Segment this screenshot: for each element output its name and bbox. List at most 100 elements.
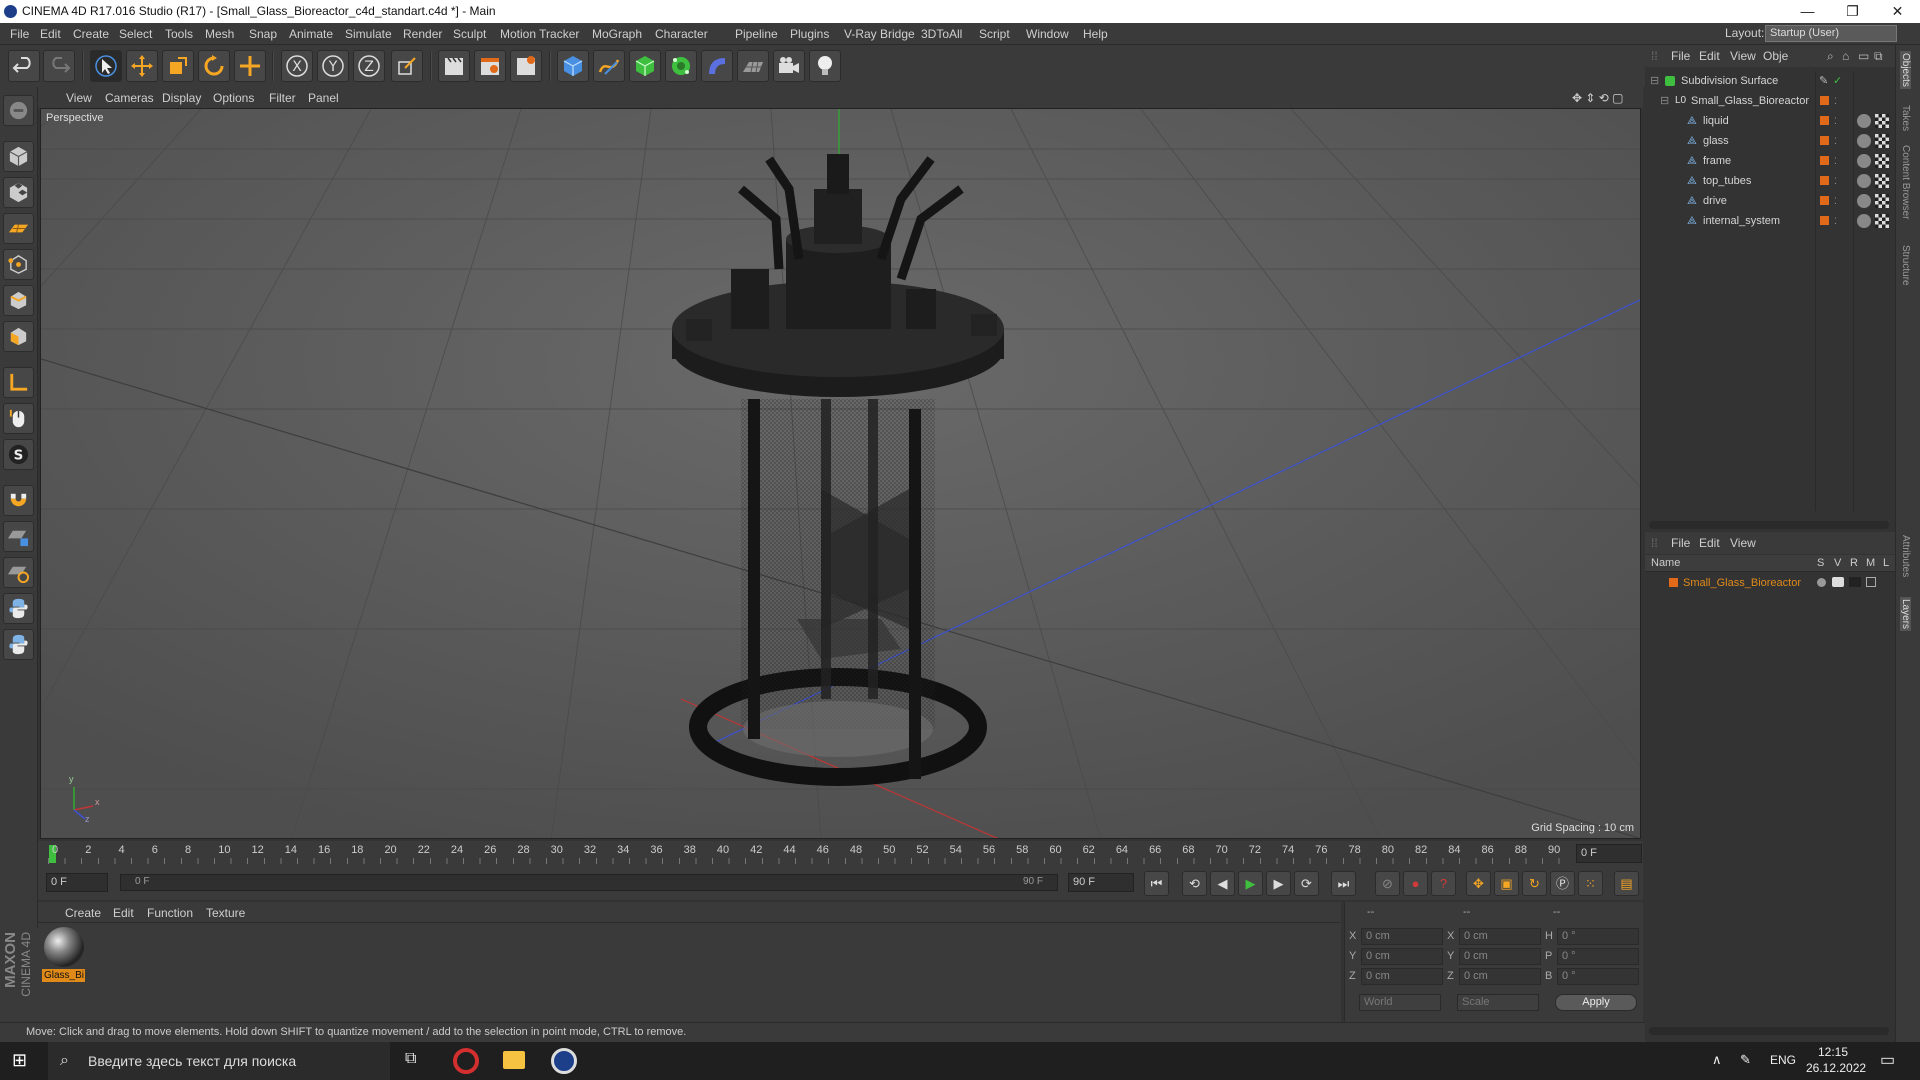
menu-character[interactable]: Character xyxy=(655,23,708,45)
prev-key-button[interactable]: ⟲ xyxy=(1182,871,1207,896)
phong-tag-icon[interactable] xyxy=(1857,214,1871,228)
key-position-button[interactable]: ✥ xyxy=(1466,871,1491,896)
object-row-subdivision-surface[interactable]: ⊟ Subdivision Surface ✎ ✓ xyxy=(1645,71,1895,91)
viewport-menu-display[interactable]: Display xyxy=(162,87,201,109)
object-menu-file[interactable]: File xyxy=(1671,45,1690,67)
coord-space-select[interactable]: World xyxy=(1359,994,1441,1011)
object-menu-edit[interactable]: Edit xyxy=(1699,45,1720,67)
visibility-dots-icon[interactable]: ⁚ xyxy=(1834,111,1837,131)
material-menu-texture[interactable]: Texture xyxy=(206,902,245,924)
tweak-mode-button[interactable] xyxy=(3,403,34,434)
menu-mograph[interactable]: MoGraph xyxy=(592,23,642,45)
timeline-ruler[interactable]: 0 2 4 6 8 10 12 14 16 18 20 22 24 26 28 30 32 34 36 38 40 42 4… xyxy=(38,841,1643,866)
layer-menu-view[interactable]: View xyxy=(1730,532,1756,554)
menu-create[interactable]: Create xyxy=(73,23,109,45)
visibility-dots-icon[interactable]: ⁚ xyxy=(1834,151,1837,171)
layer-color-swatch[interactable] xyxy=(1820,116,1829,125)
edit-toggle-icon[interactable]: ✎ xyxy=(1819,71,1828,91)
viewport-menu-view[interactable]: View xyxy=(66,87,92,109)
layer-color-swatch[interactable] xyxy=(1820,156,1829,165)
add-light-button[interactable] xyxy=(809,50,841,82)
collapse-icon[interactable]: ⊟ xyxy=(1660,91,1669,111)
menu-plugins[interactable]: Plugins xyxy=(790,23,829,45)
visibility-dots-icon[interactable]: ⁚ xyxy=(1834,91,1837,111)
edges-mode-button[interactable] xyxy=(3,285,34,316)
layer-col-solo[interactable]: S xyxy=(1817,555,1824,572)
menu-simulate[interactable]: Simulate xyxy=(345,23,392,45)
render-settings-button[interactable] xyxy=(510,50,542,82)
material-menu-edit[interactable]: Edit xyxy=(113,902,134,924)
menu-pipeline[interactable]: Pipeline xyxy=(735,23,778,45)
layer-col-view[interactable]: V xyxy=(1834,555,1841,572)
render-picture-viewer-button[interactable] xyxy=(474,50,506,82)
coordinate-system-button[interactable] xyxy=(391,50,423,82)
points-mode-button[interactable] xyxy=(3,249,34,280)
layer-col-name[interactable]: Name xyxy=(1651,555,1680,572)
layer-col-render[interactable]: R xyxy=(1850,555,1858,572)
viewport-menu-cameras[interactable]: Cameras xyxy=(105,87,154,109)
add-camera-button[interactable] xyxy=(773,50,805,82)
tab-attributes[interactable]: Attributes xyxy=(1900,535,1911,577)
python-script-button-2[interactable] xyxy=(3,629,34,660)
opera-browser-icon[interactable] xyxy=(453,1048,479,1074)
menu-file[interactable]: File xyxy=(10,23,29,45)
object-row-internal-system[interactable]: ⟁ internal_system ⁚ xyxy=(1645,211,1895,231)
solo-icon[interactable] xyxy=(1817,578,1826,587)
menu-script[interactable]: Script xyxy=(979,23,1010,45)
menu-vray-bridge[interactable]: V-Ray Bridge xyxy=(844,23,915,45)
layer-row-small-glass-bioreactor[interactable]: Small_Glass_Bioreactor xyxy=(1645,573,1895,593)
go-to-start-button[interactable]: ⏮ xyxy=(1144,871,1169,896)
tab-takes[interactable]: Takes xyxy=(1900,105,1911,131)
object-row-frame[interactable]: ⟁ frame ⁚ xyxy=(1645,151,1895,171)
object-menu-objects[interactable]: Obje xyxy=(1763,45,1788,67)
planar-workplane-button[interactable] xyxy=(3,557,34,588)
z-axis-lock-button[interactable]: Z xyxy=(353,50,385,82)
search-icon[interactable]: ⌕ xyxy=(1827,45,1834,67)
layout-select[interactable]: Startup (User) xyxy=(1765,25,1897,42)
layer-color-swatch[interactable] xyxy=(1820,196,1829,205)
taskbar-search-box[interactable]: ⌕ Введите здесь текст для поиска xyxy=(48,1042,390,1080)
make-editable-button[interactable] xyxy=(3,95,34,126)
move-tool-button[interactable] xyxy=(126,50,158,82)
viewport-menu-options[interactable]: Options xyxy=(213,87,254,109)
texture-mode-button[interactable] xyxy=(3,177,34,208)
y-axis-lock-button[interactable]: Y xyxy=(317,50,349,82)
timeline-layout-button[interactable]: ▤ xyxy=(1614,871,1639,896)
layer-menu-edit[interactable]: Edit xyxy=(1699,532,1720,554)
home-icon[interactable]: ⌂ xyxy=(1842,45,1849,67)
enabled-check-icon[interactable]: ✓ xyxy=(1833,71,1842,91)
material-menu-create[interactable]: Create xyxy=(65,902,101,924)
viewport-nav-icons[interactable]: ✥ ⇕ ⟲ ▢ xyxy=(1572,87,1624,109)
model-mode-button[interactable] xyxy=(3,141,34,172)
phong-tag-icon[interactable] xyxy=(1857,194,1871,208)
language-indicator[interactable]: ENG xyxy=(1770,1053,1796,1067)
add-floor-button[interactable] xyxy=(737,50,769,82)
current-frame-field[interactable]: 0 F xyxy=(1576,844,1642,863)
render-view-button[interactable] xyxy=(438,50,470,82)
object-menu-view[interactable]: View xyxy=(1730,45,1756,67)
record-keys-button[interactable]: ⊘ xyxy=(1375,871,1400,896)
python-script-button[interactable] xyxy=(3,593,34,624)
prev-frame-button[interactable]: ◀ xyxy=(1210,871,1235,896)
go-to-end-button[interactable]: ⏭ xyxy=(1331,871,1356,896)
eye-icon[interactable] xyxy=(1832,577,1844,587)
phong-tag-icon[interactable] xyxy=(1857,154,1871,168)
material-menu-function[interactable]: Function xyxy=(147,902,193,924)
coord-pos-z-field[interactable]: 0 cm xyxy=(1361,968,1443,985)
perspective-viewport[interactable]: y x z Perspective Grid Spacing : 10 cm xyxy=(40,108,1641,839)
render-clapper-icon[interactable] xyxy=(1849,577,1861,587)
scale-tool-button[interactable] xyxy=(162,50,194,82)
menu-snap[interactable]: Snap xyxy=(249,23,277,45)
object-row-drive[interactable]: ⟁ drive ⁚ xyxy=(1645,191,1895,211)
object-row-liquid[interactable]: ⟁ liquid ⁚ xyxy=(1645,111,1895,131)
add-deformer-button[interactable] xyxy=(701,50,733,82)
maximize-button[interactable]: ❐ xyxy=(1830,0,1875,23)
cinema4d-taskbar-icon[interactable] xyxy=(551,1048,577,1074)
add-spline-button[interactable] xyxy=(593,50,625,82)
coord-size-y-field[interactable]: 0 cm xyxy=(1459,948,1541,965)
frame-range-slider[interactable]: 0 F 90 F xyxy=(120,874,1058,891)
tab-content-browser[interactable]: Content Browser xyxy=(1900,145,1911,219)
menu-animate[interactable]: Animate xyxy=(289,23,333,45)
layer-color-swatch[interactable] xyxy=(1820,96,1829,105)
polygons-mode-button[interactable] xyxy=(3,321,34,352)
